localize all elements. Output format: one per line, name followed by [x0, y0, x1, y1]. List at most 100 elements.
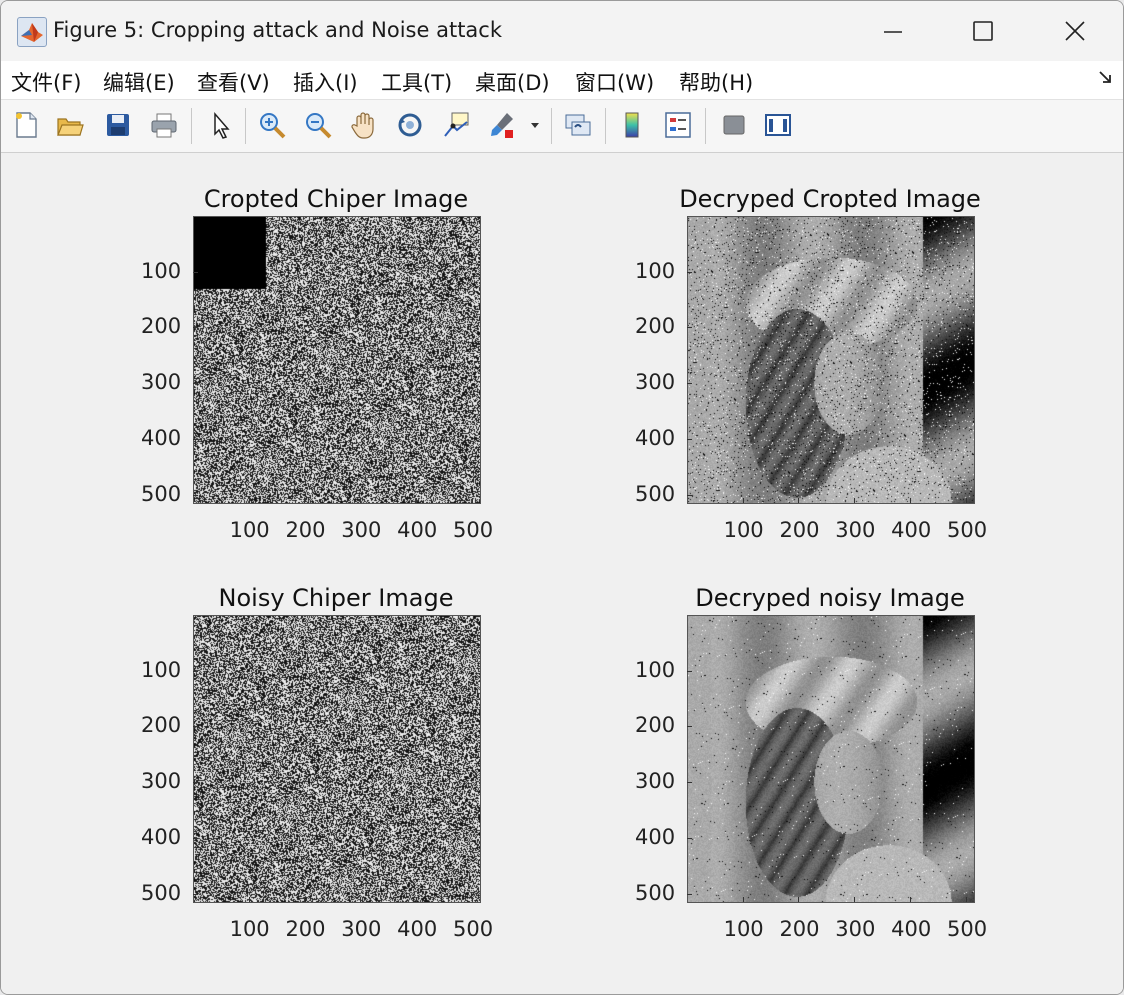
x-tick-mark [966, 897, 968, 902]
x-tick-label: 100 [723, 917, 764, 941]
toolbar-separator [245, 108, 246, 144]
x-tick-mark [742, 897, 744, 902]
x-tick-mark [304, 897, 306, 902]
brush-icon[interactable] [485, 108, 519, 142]
x-tick-label: 500 [947, 917, 988, 941]
y-tick-label: 500 [635, 881, 676, 906]
data-cursor-icon[interactable] [439, 108, 473, 142]
x-tick-mark [472, 897, 474, 902]
x-tick-mark [798, 897, 800, 902]
minimize-button[interactable] [853, 7, 933, 55]
x-tick-mark [304, 498, 306, 503]
menu-desktop[interactable]: 桌面(D) [475, 67, 550, 97]
open-file-icon[interactable] [53, 108, 87, 142]
menu-window[interactable]: 窗口(W) [575, 67, 654, 97]
menu-insert[interactable]: 插入(I) [293, 67, 358, 97]
y-tick-mark [687, 838, 692, 840]
print-icon[interactable] [147, 108, 181, 142]
menu-tools[interactable]: 工具(T) [381, 67, 452, 97]
y-tick-label: 500 [635, 482, 676, 507]
toolbar-separator [191, 108, 192, 144]
y-tick-mark [193, 726, 198, 728]
y-tick-mark [687, 894, 692, 896]
x-tick-label: 400 [397, 917, 438, 941]
y-tick-label: 200 [141, 713, 182, 738]
x-tick-label: 300 [341, 917, 382, 941]
y-tick-mark [193, 838, 198, 840]
y-tick-label: 300 [141, 370, 182, 395]
menu-file[interactable]: 文件(F) [11, 67, 81, 97]
menu-edit[interactable]: 编辑(E) [103, 67, 175, 97]
cipher-image[interactable] [193, 615, 481, 903]
brush-dropdown-icon[interactable] [525, 108, 545, 142]
x-tick-label: 500 [453, 917, 494, 941]
toolbar-separator [605, 108, 606, 144]
x-tick-label: 200 [779, 917, 820, 941]
colorbar-icon[interactable] [615, 108, 649, 142]
x-tick-mark [742, 498, 744, 503]
y-tick-mark [687, 670, 692, 672]
select-arrow-icon[interactable] [203, 108, 237, 142]
legend-icon[interactable] [661, 108, 695, 142]
menu-view[interactable]: 查看(V) [197, 67, 270, 97]
y-tick-mark [193, 495, 198, 497]
x-tick-mark [910, 897, 912, 902]
y-tick-label: 300 [141, 769, 182, 794]
x-tick-label: 100 [229, 518, 270, 542]
decrypted-image[interactable] [687, 615, 975, 903]
x-tick-label: 300 [341, 518, 382, 542]
y-tick-label: 100 [141, 258, 182, 283]
subplot-title: Noisy Chiper Image [218, 584, 454, 612]
title-bar[interactable]: Figure 5: Cropping attack and Noise atta… [1, 1, 1123, 61]
x-tick-label: 500 [453, 518, 494, 542]
y-tick-label: 400 [141, 825, 182, 850]
show-plot-tools-icon[interactable] [761, 108, 795, 142]
matlab-logo-icon [17, 17, 47, 47]
zoom-in-icon[interactable] [255, 108, 289, 142]
hide-plot-tools-icon[interactable] [717, 108, 751, 142]
y-tick-mark [687, 495, 692, 497]
y-tick-mark [193, 383, 198, 385]
y-tick-mark [193, 271, 198, 273]
x-tick-mark [248, 498, 250, 503]
save-icon[interactable] [101, 108, 135, 142]
x-tick-mark [798, 498, 800, 503]
menu-help[interactable]: 帮助(H) [679, 67, 753, 97]
x-tick-mark [416, 498, 418, 503]
x-tick-label: 400 [397, 518, 438, 542]
y-tick-mark [687, 782, 692, 784]
x-tick-label: 400 [891, 917, 932, 941]
zoom-out-icon[interactable] [301, 108, 335, 142]
figure-canvas[interactable]: Cropted Chiper Image 100 100 200 200 300 300 40… [1, 153, 1123, 994]
y-tick-mark [687, 439, 692, 441]
maximize-button[interactable] [943, 7, 1023, 55]
pan-hand-icon[interactable] [347, 108, 381, 142]
y-tick-label: 200 [635, 713, 676, 738]
x-tick-label: 400 [891, 518, 932, 542]
y-tick-label: 200 [141, 314, 182, 339]
y-tick-label: 500 [141, 881, 182, 906]
toolbar [1, 100, 1123, 153]
y-tick-label: 100 [141, 657, 182, 682]
subplot-title: Decryped noisy Image [695, 584, 965, 612]
y-tick-mark [193, 782, 198, 784]
rotate-3d-icon[interactable] [393, 108, 427, 142]
new-figure-icon[interactable] [9, 108, 43, 142]
x-tick-mark [854, 897, 856, 902]
x-tick-label: 200 [779, 518, 820, 542]
expand-arrow-icon[interactable] [1097, 69, 1113, 90]
y-tick-label: 100 [635, 657, 676, 682]
y-tick-label: 400 [635, 825, 676, 850]
toolbar-separator [551, 108, 552, 144]
y-tick-mark [193, 670, 198, 672]
close-button[interactable] [1035, 7, 1115, 55]
decrypted-image[interactable] [687, 216, 975, 504]
menu-bar: 文件(F) 编辑(E) 查看(V) 插入(I) 工具(T) 桌面(D) 窗口(W… [1, 61, 1123, 100]
y-tick-label: 400 [635, 426, 676, 451]
cipher-image[interactable] [193, 216, 481, 504]
link-plot-icon[interactable] [561, 108, 595, 142]
x-tick-mark [416, 897, 418, 902]
x-tick-mark [966, 498, 968, 503]
x-tick-mark [248, 897, 250, 902]
x-tick-mark [360, 897, 362, 902]
